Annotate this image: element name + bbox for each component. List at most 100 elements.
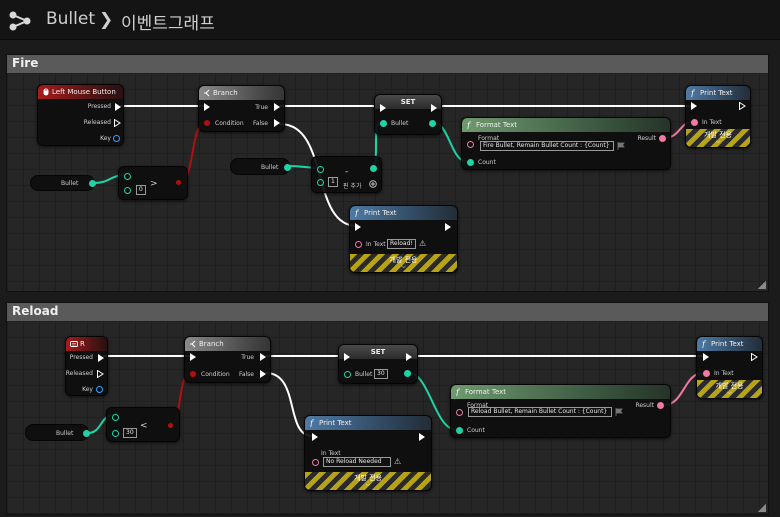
in-text-pin[interactable] (355, 241, 362, 248)
bullet-value-field[interactable]: 30 (374, 369, 388, 379)
exec-input-pin[interactable] (691, 102, 697, 110)
a-input-pin[interactable] (112, 414, 119, 421)
format-value-field[interactable]: Reload Bullet, Remain Bullet Count : {Co… (468, 407, 612, 417)
print-text-node[interactable]: f Print Text In Text 개발 전용 ⌵ (685, 85, 751, 148)
development-only-banner[interactable]: 개발 전용 ⌵ (305, 472, 431, 490)
resize-handle-icon[interactable] (758, 281, 766, 289)
exec-input-pin[interactable] (703, 353, 709, 361)
b-value-field[interactable]: 0 (136, 185, 146, 195)
count-input-pin[interactable] (456, 427, 463, 434)
in-text-field[interactable]: Reload! (387, 239, 416, 249)
exec-input-pin[interactable] (355, 223, 361, 231)
condition-pin[interactable] (204, 120, 210, 126)
set-bullet-node[interactable]: SET Bullet 30 (338, 344, 418, 384)
less-than-node[interactable]: 30 < (106, 407, 180, 442)
variable-label: Bullet (56, 430, 74, 437)
exec-output-pin[interactable] (406, 353, 412, 361)
a-input-pin[interactable] (124, 173, 131, 180)
subtract-node[interactable]: 1 - 핀 추가 (311, 156, 382, 193)
exec-pin-pressed[interactable] (115, 103, 121, 111)
b-value-field[interactable]: 30 (123, 428, 137, 438)
node-title: R (66, 337, 107, 351)
b-input-pin[interactable] (112, 430, 119, 437)
node-title: Left Mouse Button (38, 85, 123, 99)
exec-input-pin[interactable] (190, 353, 196, 361)
branch-node[interactable]: Branch True Condition False (184, 336, 271, 383)
format-input-pin[interactable] (456, 409, 463, 416)
a-input-pin[interactable] (317, 166, 324, 173)
in-text-pin[interactable] (312, 459, 319, 466)
bullet-output-pin[interactable] (89, 180, 96, 187)
development-only-banner[interactable]: 개발 전용 ⌵ (350, 254, 457, 272)
condition-pin[interactable] (190, 371, 196, 377)
bool-output-pin[interactable] (168, 423, 173, 428)
exec-output-pin[interactable] (431, 104, 437, 112)
flag-icon[interactable] (617, 142, 625, 150)
chevron-down-icon[interactable]: ⌵ (350, 261, 457, 272)
add-pin-label[interactable]: 핀 추가 (343, 181, 361, 190)
exec-input-pin[interactable] (380, 104, 386, 112)
exec-output-pin[interactable] (739, 102, 746, 110)
chevron-down-icon[interactable]: ⌵ (305, 479, 431, 490)
left-mouse-button-event-node[interactable]: Left Mouse Button Pressed Released Key (37, 84, 124, 146)
format-value-field[interactable]: Fire Bullet, Remain Bullet Count : {Coun… (480, 141, 614, 151)
key-pin[interactable] (113, 135, 120, 142)
comment-header-fire[interactable]: Fire (7, 55, 768, 73)
chevron-down-icon[interactable]: ⌵ (697, 387, 762, 398)
exec-pin-false[interactable] (274, 119, 280, 127)
comment-header-reload[interactable]: Reload (7, 303, 768, 321)
exec-pin-released[interactable] (97, 370, 104, 378)
exec-pin-released[interactable] (114, 119, 121, 127)
exec-pin-true[interactable] (274, 103, 280, 111)
development-only-banner[interactable]: 개발 전용 ⌵ (697, 380, 762, 398)
in-text-pin[interactable] (703, 370, 710, 377)
pin-label-count: Count (478, 159, 496, 166)
exec-pin-false[interactable] (260, 370, 266, 378)
bullet-input-pin[interactable] (380, 120, 387, 127)
result-output-pin[interactable] (659, 135, 666, 142)
format-input-pin[interactable] (467, 141, 474, 148)
format-text-node[interactable]: f Format Text Format Fire Bullet, Remain… (461, 117, 671, 170)
exec-output-pin[interactable] (419, 433, 425, 441)
in-text-pin[interactable] (691, 119, 698, 126)
b-value-field[interactable]: 1 (328, 177, 338, 187)
print-text-node[interactable]: f Print Text In Text 개발 전용 ⌵ (696, 336, 763, 399)
print-text-node[interactable]: f Print Text In Text Reload! ⚠ 개발 전용 ⌵ (349, 205, 458, 273)
count-input-pin[interactable] (467, 159, 474, 166)
greater-than-node[interactable]: 0 > (118, 166, 188, 200)
set-bullet-node[interactable]: SET Bullet (374, 94, 442, 135)
bullet-getter-node[interactable]: Bullet (25, 424, 90, 441)
r-key-event-node[interactable]: R Pressed Released Key (65, 336, 108, 396)
exec-input-pin[interactable] (204, 103, 210, 111)
chevron-down-icon[interactable]: ⌵ (686, 136, 750, 147)
resize-handle-icon[interactable] (758, 504, 766, 512)
bullet-output-pin[interactable] (83, 430, 90, 437)
svg-text:f: f (309, 419, 315, 427)
format-text-node[interactable]: f Format Text Format Reload Bullet, Rema… (450, 384, 671, 438)
flag-icon[interactable] (615, 408, 623, 416)
key-pin[interactable] (96, 386, 103, 393)
exec-pin-true[interactable] (260, 353, 266, 361)
b-input-pin[interactable] (124, 187, 131, 194)
result-output-pin[interactable] (370, 165, 377, 172)
branch-node[interactable]: Branch True Condition False (198, 85, 285, 132)
result-output-pin[interactable] (657, 402, 664, 409)
bullet-output-pin[interactable] (404, 370, 411, 377)
print-text-node[interactable]: f Print Text In Text No Reload Needed ⚠ … (304, 415, 432, 491)
bullet-input-pin[interactable] (344, 371, 351, 378)
bool-output-pin[interactable] (176, 180, 181, 185)
bullet-getter-node[interactable]: Bullet (230, 158, 291, 175)
exec-input-pin[interactable] (312, 433, 318, 441)
breadcrumb-asset[interactable]: Bullet (46, 9, 95, 29)
exec-input-pin[interactable] (344, 353, 350, 361)
exec-output-pin[interactable] (751, 353, 758, 361)
exec-pin-pressed[interactable] (98, 354, 104, 362)
bullet-output-pin[interactable] (429, 120, 436, 127)
b-input-pin[interactable] (317, 179, 324, 186)
bullet-output-pin[interactable] (284, 164, 291, 171)
in-text-field[interactable]: No Reload Needed (323, 457, 391, 467)
bullet-getter-node[interactable]: Bullet (30, 175, 96, 191)
exec-output-pin[interactable] (445, 223, 451, 231)
add-pin-icon[interactable] (369, 180, 377, 188)
development-only-banner[interactable]: 개발 전용 ⌵ (686, 129, 750, 147)
